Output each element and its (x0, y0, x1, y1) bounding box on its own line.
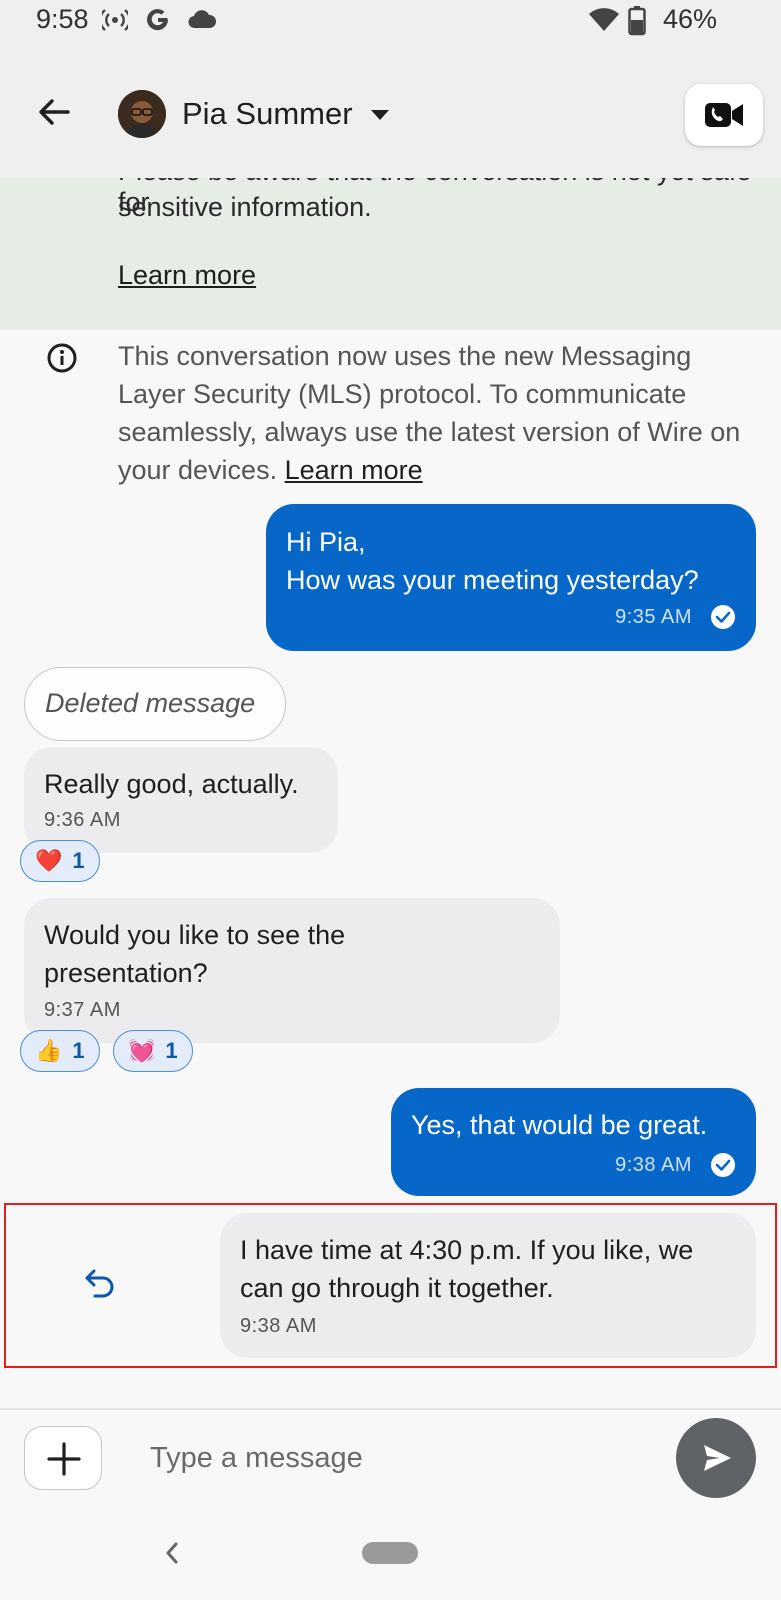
wifi-icon (589, 8, 619, 32)
message-time: 9:38 AM (615, 1153, 692, 1176)
status-bar: 9:58 46% (0, 0, 781, 44)
message-text: Really good, actually. (44, 769, 299, 799)
notice-text: sensitive information. (118, 192, 372, 222)
message-meta: 9:38 AM (615, 1152, 736, 1178)
google-icon (147, 9, 168, 31)
send-icon (704, 1445, 731, 1471)
message-bubble-incoming[interactable]: Really good, actually. 9:36 AM (24, 747, 338, 853)
message-input[interactable] (130, 1426, 650, 1490)
reaction-emoji: 💓 (128, 1038, 156, 1063)
message-time: 9:38 AM (240, 1315, 317, 1337)
security-notice: Please be aware that the conversation is… (0, 178, 781, 330)
message-time: 9:36 AM (44, 809, 121, 831)
message-bubble-incoming[interactable]: Would you like to see the presentation? … (24, 898, 560, 1043)
battery-icon (628, 6, 646, 36)
home-gesture-pill[interactable] (362, 1542, 418, 1564)
contact-name[interactable]: Pia Summer (182, 96, 353, 132)
video-call-icon (705, 103, 743, 127)
deleted-message-label: Deleted message (45, 688, 256, 718)
delivered-check-icon (711, 605, 735, 629)
deleted-message[interactable]: Deleted message (24, 667, 286, 741)
delivered-check-icon (711, 1153, 735, 1177)
reaction-count: 1 (72, 1038, 85, 1063)
reaction-emoji: 👍 (35, 1038, 63, 1063)
broadcast-icon (102, 9, 128, 31)
reaction-chip[interactable]: ❤️ 1 (20, 840, 100, 882)
mls-message-text: This conversation now uses the new Messa… (118, 341, 741, 485)
message-bubble-incoming[interactable]: I have time at 4:30 p.m. If you like, we… (220, 1213, 756, 1358)
reply-icon[interactable] (82, 1265, 118, 1301)
notice-learn-more-link[interactable]: Learn more (118, 260, 256, 291)
message-composer (0, 1410, 781, 1520)
send-button[interactable] (676, 1418, 756, 1498)
mls-learn-more-link[interactable]: Learn more (285, 455, 423, 485)
message-time: 9:35 AM (615, 605, 692, 628)
battery-percentage: 46% (662, 4, 717, 34)
back-arrow-icon[interactable] (34, 92, 74, 132)
info-icon (47, 343, 77, 373)
reaction-emoji: ❤️ (35, 848, 63, 873)
conversation-header: Pia Summer (0, 44, 781, 178)
swipe-to-reply-row[interactable]: I have time at 4:30 p.m. If you like, we… (4, 1203, 777, 1368)
caret-down-icon[interactable] (370, 108, 390, 122)
video-call-button[interactable] (685, 84, 763, 146)
message-time: 9:37 AM (44, 999, 121, 1021)
message-text: Would you like to see the presentation? (44, 920, 346, 988)
avatar[interactable] (118, 90, 166, 138)
message-text: I have time at 4:30 p.m. If you like, we… (240, 1235, 694, 1303)
message-text: Yes, that would be great. (411, 1110, 708, 1140)
reaction-count: 1 (165, 1038, 178, 1063)
cloud-icon (188, 10, 217, 29)
nav-back-icon[interactable] (160, 1538, 184, 1568)
reaction-chip[interactable]: 👍 1 (20, 1030, 100, 1072)
message-meta: 9:35 AM (615, 604, 736, 630)
add-attachment-button[interactable] (24, 1426, 102, 1490)
message-bubble-outgoing[interactable]: Hi Pia, How was your meeting yesterday? … (266, 504, 756, 651)
message-text: Hi Pia, How was your meeting yesterday? (286, 527, 699, 595)
plus-icon (47, 1442, 81, 1476)
status-time: 9:58 (36, 4, 89, 34)
message-bubble-outgoing[interactable]: Yes, that would be great. 9:38 AM (391, 1088, 756, 1196)
mls-system-message: This conversation now uses the new Messa… (118, 337, 758, 489)
reaction-count: 1 (72, 848, 85, 873)
reaction-chip[interactable]: 💓 1 (113, 1030, 193, 1072)
